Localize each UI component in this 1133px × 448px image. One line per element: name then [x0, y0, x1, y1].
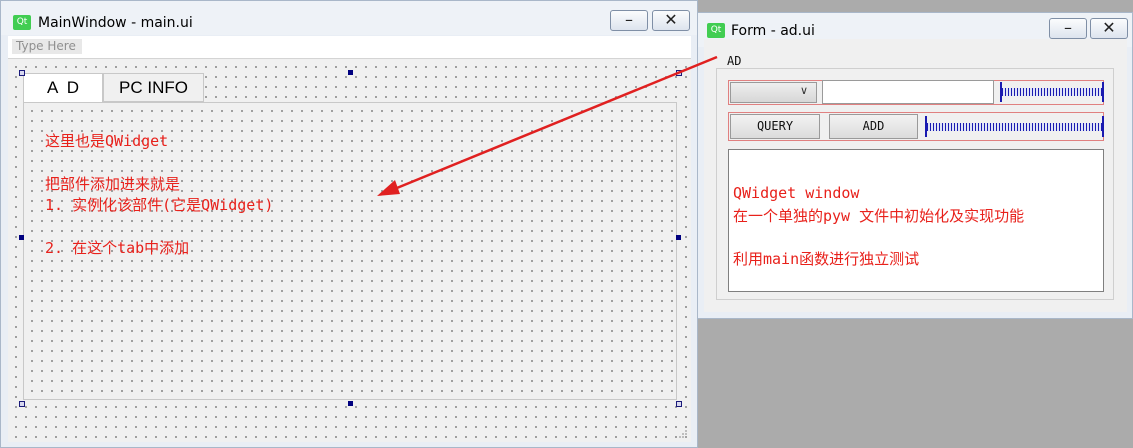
menu-type-here[interactable]: Type Here: [12, 39, 82, 54]
main-window-titlebar[interactable]: Qt MainWindow - main.ui – ✕: [1, 1, 697, 35]
content-line-3: 1. 实例化该部件(它是QWidget): [45, 196, 274, 214]
selection-handle[interactable]: [19, 235, 24, 240]
text-line-3: 利用main函数进行独立测试: [733, 250, 920, 268]
size-grip-icon[interactable]: [678, 429, 688, 439]
main-close-button[interactable]: ✕: [652, 10, 690, 31]
query-button-label: QUERY: [756, 119, 794, 133]
tab-pc-info[interactable]: PC INFO: [103, 73, 204, 102]
group-box-title: AD: [727, 54, 742, 68]
main-window-title: MainWindow - main.ui: [38, 15, 193, 31]
ad-combo-box[interactable]: ∨: [730, 82, 817, 103]
main-window: Qt MainWindow - main.ui – ✕ Type Here A …: [0, 0, 698, 448]
text-line-2: 在一个单独的pyw 文件中初始化及实现功能: [733, 207, 1025, 225]
selection-handle[interactable]: [348, 401, 353, 406]
selection-handle[interactable]: [19, 70, 25, 76]
horizontal-spacer: [1000, 82, 1104, 102]
form-client: AD ∨ QUERY ADD QWidget window 在一个单独的pyw …: [704, 39, 1127, 312]
selection-handle[interactable]: [348, 70, 353, 75]
text-line-1: QWidget window: [733, 184, 860, 202]
query-button[interactable]: QUERY: [730, 114, 820, 139]
selection-handle[interactable]: [676, 70, 682, 76]
add-button[interactable]: ADD: [829, 114, 918, 139]
close-icon: ✕: [1102, 18, 1116, 37]
menu-bar: Type Here: [8, 36, 691, 59]
selection-handle[interactable]: [676, 401, 682, 407]
main-window-client: Type Here A D PC INFO 这里也是QWidget 把部件添加进…: [8, 36, 691, 442]
ad-line-edit[interactable]: [822, 80, 994, 104]
minimize-icon: –: [625, 10, 633, 29]
tab-pc-info-label: PC INFO: [119, 78, 188, 97]
minimize-icon: –: [1064, 18, 1072, 37]
info-text-edit[interactable]: QWidget window 在一个单独的pyw 文件中初始化及实现功能 利用m…: [728, 149, 1104, 292]
selection-handle[interactable]: [676, 235, 681, 240]
form-window: Qt Form - ad.ui – ✕ AD ∨ QUERY ADD QWidg…: [697, 12, 1133, 319]
qt-logo-icon: Qt: [13, 15, 31, 30]
chevron-down-icon: ∨: [799, 84, 808, 97]
main-minimize-button[interactable]: –: [610, 10, 648, 31]
form-window-title: Form - ad.ui: [731, 23, 815, 39]
content-line-2: 把部件添加进来就是: [45, 175, 181, 193]
tab-ad[interactable]: A D: [23, 73, 103, 103]
qt-logo-icon: Qt: [707, 23, 725, 38]
selection-handle[interactable]: [19, 401, 25, 407]
content-line-4: 2. 在这个tab中添加: [45, 239, 190, 257]
form-close-button[interactable]: ✕: [1090, 18, 1128, 39]
content-line-1: 这里也是QWidget: [45, 132, 169, 150]
horizontal-spacer: [925, 116, 1104, 137]
tab-ad-label: A D: [46, 78, 80, 97]
add-button-label: ADD: [862, 119, 885, 133]
close-icon: ✕: [664, 10, 678, 29]
form-minimize-button[interactable]: –: [1049, 18, 1087, 39]
